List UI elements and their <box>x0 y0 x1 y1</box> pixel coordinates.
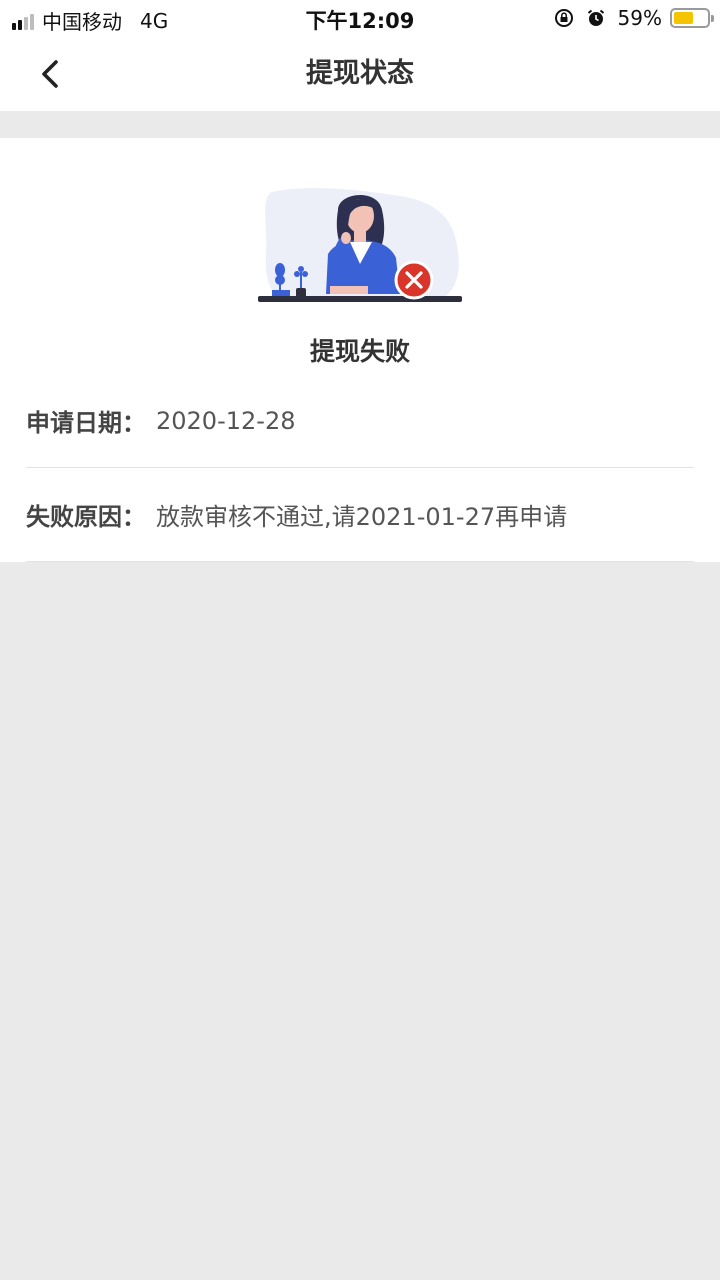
page-title: 提现状态 <box>306 58 414 89</box>
battery-level <box>674 12 693 24</box>
status-text: 提现失败 <box>309 337 410 366</box>
failure-reason-row: 失败原因： 放款审核不通过,请2021-01-27再申请 <box>26 468 694 562</box>
battery-percentage: 59% <box>617 6 662 30</box>
apply-date-row: 申请日期： 2020-12-28 <box>26 374 694 468</box>
battery-nub <box>711 15 714 22</box>
battery-icon <box>670 8 714 28</box>
back-button[interactable] <box>28 52 72 96</box>
rotation-lock-icon <box>554 8 574 28</box>
apply-date-value: 2020-12-28 <box>156 406 296 435</box>
withdrawal-status-card: 提现失败 申请日期： 2020-12-28 失败原因： 放款审核不通过,请202… <box>0 138 720 562</box>
failure-illustration <box>250 182 470 312</box>
failure-reason-value: 放款审核不通过,请2021-01-27再申请 <box>156 503 568 531</box>
failure-reason-label: 失败原因： <box>26 503 146 531</box>
chevron-left-icon <box>42 60 58 88</box>
navigation-bar: 提现状态 <box>0 36 720 111</box>
status-bar: 中国移动 4G 下午12:09 59% <box>0 0 720 36</box>
status-bar-right: 59% <box>554 6 714 30</box>
apply-date-label: 申请日期： <box>26 409 146 437</box>
alarm-icon <box>586 8 606 28</box>
